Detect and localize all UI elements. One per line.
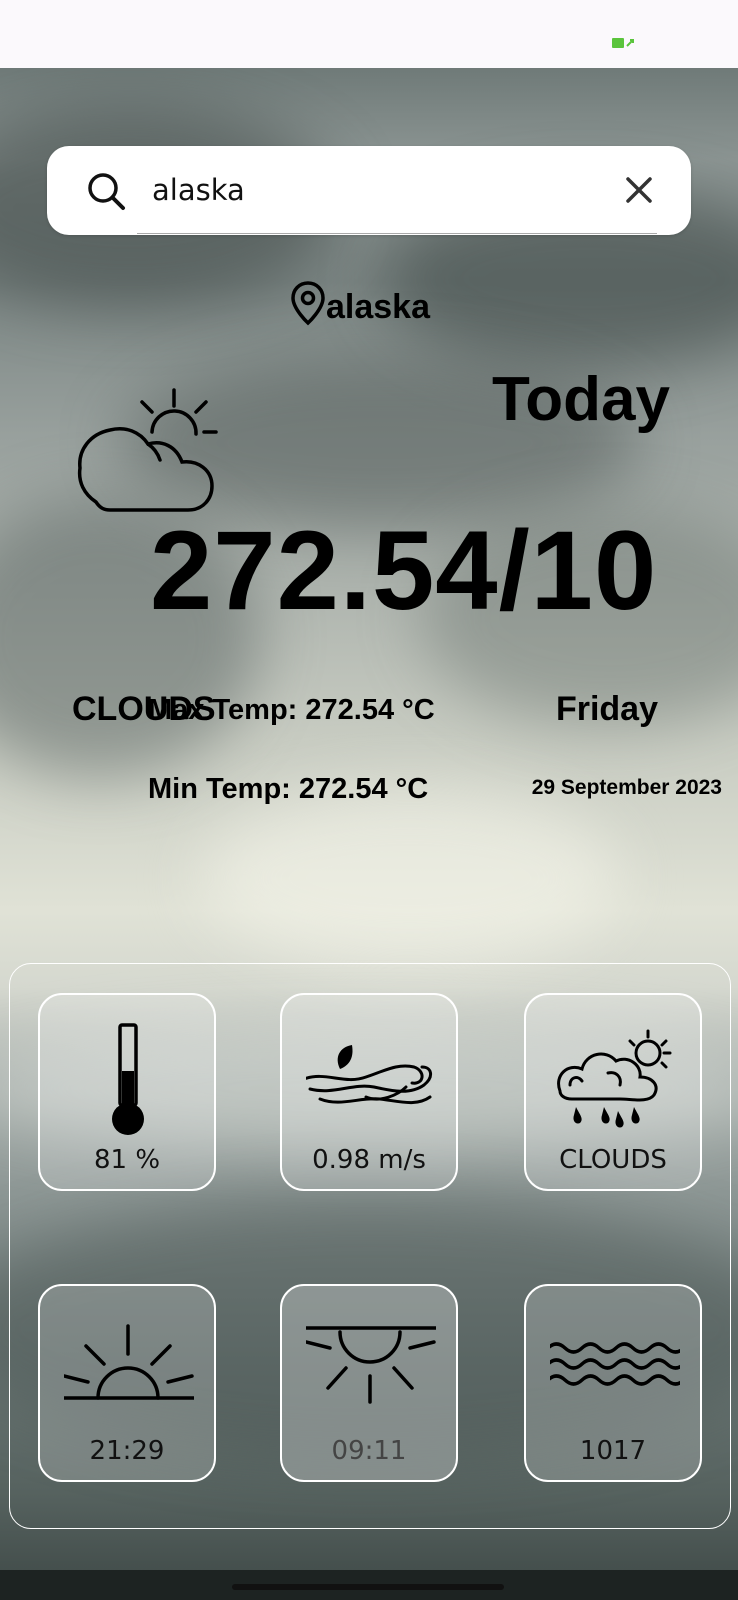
main-temperature: 272.54/10 [150, 508, 658, 633]
today-label: Today [492, 365, 670, 434]
max-temp: Max Temp: 272.54 °C [148, 694, 435, 726]
condition-tile: CLOUDS [524, 993, 702, 1191]
sunset-value: 21:29 [89, 1436, 165, 1466]
location-name: alaska [326, 288, 430, 326]
wind-value: 0.98 m/s [312, 1145, 426, 1175]
sunset-tile: 21:29 [38, 1284, 216, 1482]
pressure-tile: 1017 [524, 1284, 702, 1482]
humidity-tile: 81 % [38, 993, 216, 1191]
wind-tile: 0.98 m/s [280, 993, 458, 1191]
battery-icon [612, 38, 634, 48]
wind-icon [306, 1045, 432, 1105]
search-input[interactable] [152, 168, 582, 212]
sunset-icon [306, 1326, 436, 1404]
sunrise-icon [64, 1324, 194, 1400]
home-indicator[interactable] [232, 1584, 504, 1590]
search-underline [137, 233, 657, 234]
condition-value: CLOUDS [559, 1145, 667, 1175]
humidity-value: 81 % [93, 1145, 161, 1175]
sunrise-value: 09:11 [331, 1436, 407, 1466]
pressure-value: 1017 [579, 1436, 647, 1466]
day-name: Friday [555, 690, 658, 728]
thermometer-icon [112, 1023, 144, 1135]
search-icon[interactable] [85, 170, 127, 212]
waves-icon [550, 1342, 680, 1386]
location-label: alaska [290, 280, 430, 330]
search-bar [47, 146, 691, 235]
location-pin-icon [291, 281, 325, 326]
sunrise-tile: 09:11 [280, 1284, 458, 1482]
status-bar [0, 0, 738, 68]
min-temp: Min Temp: 272.54 °C [148, 773, 429, 805]
close-icon[interactable] [622, 173, 656, 207]
cloud-rain-sun-icon [557, 1029, 672, 1128]
date-text: 29 September 2023 [531, 776, 722, 799]
partly-cloudy-icon [77, 388, 218, 512]
